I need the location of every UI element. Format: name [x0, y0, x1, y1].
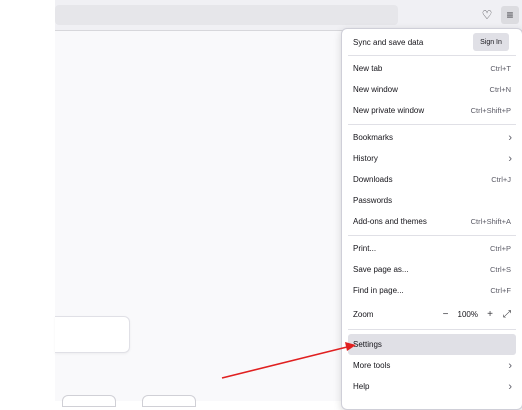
menu-item-zoom: Zoom − 100% + ⤢: [348, 304, 516, 325]
menu-item-label: New private window: [353, 106, 425, 115]
sign-in-button[interactable]: Sign In: [473, 33, 509, 51]
menu-item-shortcut: Ctrl+J: [491, 175, 511, 184]
menu-item-shortcut: Ctrl+T: [490, 64, 511, 73]
chevron-right-icon: ›: [508, 359, 512, 372]
chevron-right-icon: ›: [508, 380, 512, 393]
menu-item-bookmarks[interactable]: Bookmarks ›: [348, 127, 516, 148]
menu-item-shortcut: Ctrl+F: [490, 286, 511, 295]
menu-item-label: Zoom: [353, 310, 374, 319]
zoom-level[interactable]: 100%: [458, 310, 478, 319]
menu-separator: [348, 329, 516, 330]
menu-item-help[interactable]: Help ›: [348, 376, 516, 397]
chevron-right-icon: ›: [508, 152, 512, 165]
zoom-out-button[interactable]: −: [441, 309, 451, 320]
menu-item-downloads[interactable]: Downloads Ctrl+J: [348, 169, 516, 190]
menu-item-label: Help: [353, 382, 370, 391]
menu-separator: [348, 55, 516, 56]
menu-item-label: Add-ons and themes: [353, 217, 427, 226]
menu-item-shortcut: Ctrl+Shift+A: [470, 217, 511, 226]
menu-separator: [348, 124, 516, 125]
menu-item-new-private-window[interactable]: New private window Ctrl+Shift+P: [348, 100, 516, 121]
menu-item-save-page[interactable]: Save page as... Ctrl+S: [348, 259, 516, 280]
menu-item-label: New window: [353, 85, 398, 94]
menu-item-new-tab[interactable]: New tab Ctrl+T: [348, 58, 516, 79]
menu-item-label: Print...: [353, 244, 377, 253]
menu-item-shortcut: Ctrl+Shift+P: [470, 106, 511, 115]
menu-item-label: Bookmarks: [353, 133, 394, 142]
menu-item-shortcut: Ctrl+N: [489, 85, 511, 94]
menu-item-label: Settings: [353, 340, 382, 349]
menu-item-print[interactable]: Print... Ctrl+P: [348, 238, 516, 259]
menu-item-history[interactable]: History ›: [348, 148, 516, 169]
zoom-in-button[interactable]: +: [485, 309, 495, 320]
menu-item-label: New tab: [353, 64, 383, 73]
fullscreen-icon[interactable]: ⤢: [502, 309, 512, 320]
shortcut-tile[interactable]: [62, 395, 116, 407]
menu-item-shortcut: Ctrl+P: [489, 244, 511, 253]
left-gutter: [0, 0, 55, 401]
shortcut-tile[interactable]: [142, 395, 196, 407]
app-menu-panel: Sync and save data Sign In New tab Ctrl+…: [341, 28, 522, 410]
menu-item-new-window[interactable]: New window Ctrl+N: [348, 79, 516, 100]
menu-item-label: Save page as...: [353, 265, 409, 274]
url-bar[interactable]: [55, 5, 398, 25]
menu-item-label: Downloads: [353, 175, 393, 184]
menu-item-addons-themes[interactable]: Add-ons and themes Ctrl+Shift+A: [348, 211, 516, 232]
pocket-icon[interactable]: ♡: [479, 7, 495, 23]
app-menu-icon[interactable]: ≡: [501, 6, 519, 24]
menu-item-more-tools[interactable]: More tools ›: [348, 355, 516, 376]
menu-item-label: Find in page...: [353, 286, 404, 295]
menu-item-label: History: [353, 154, 378, 163]
menu-item-passwords[interactable]: Passwords: [348, 190, 516, 211]
sync-label: Sync and save data: [353, 38, 424, 47]
menu-item-settings[interactable]: Settings: [348, 334, 516, 355]
menu-item-label: More tools: [353, 361, 391, 370]
chevron-right-icon: ›: [508, 131, 512, 144]
menu-item-label: Passwords: [353, 196, 393, 205]
menu-item-shortcut: Ctrl+S: [489, 265, 511, 274]
search-card[interactable]: [55, 316, 130, 353]
menu-item-find-in-page[interactable]: Find in page... Ctrl+F: [348, 280, 516, 301]
zoom-controls: − 100% + ⤢: [441, 309, 512, 320]
menu-separator: [348, 235, 516, 236]
